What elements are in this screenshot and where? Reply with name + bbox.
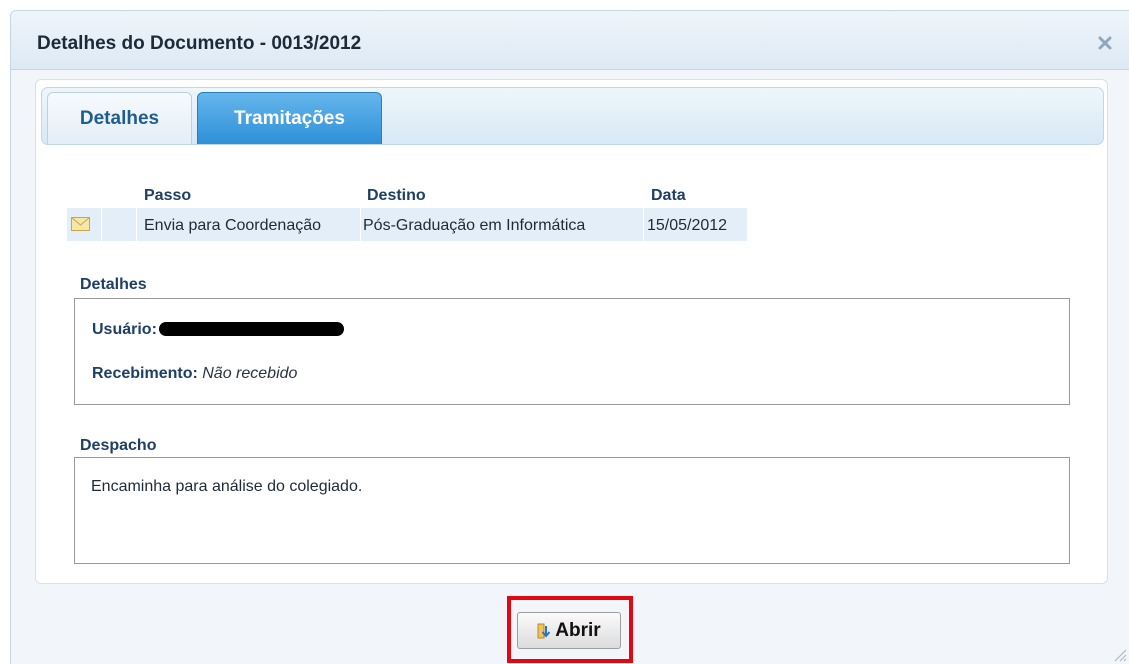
cell-data: 15/05/2012 — [647, 217, 728, 234]
tab-detalhes[interactable]: Detalhes — [47, 92, 192, 144]
recebimento-field: Recebimento: Não recebido — [92, 365, 297, 383]
column-header-data: Data — [651, 187, 686, 204]
dialog-content: Detalhes Tramitações Passo Destino Data … — [35, 79, 1108, 584]
column-header-destino: Destino — [367, 187, 426, 204]
usuario-field: Usuário: — [92, 321, 344, 339]
recebimento-label: Recebimento: — [92, 365, 198, 382]
tab-tramitacoes[interactable]: Tramitações — [197, 92, 382, 144]
despacho-text: Encaminha para análise do colegiado. — [91, 478, 363, 495]
cell-passo: Envia para Coordenação — [144, 217, 322, 234]
abrir-button-label: Abrir — [555, 619, 601, 641]
detalhes-box: Usuário: Recebimento: Não recebido — [74, 298, 1070, 405]
column-header-passo: Passo — [144, 187, 192, 204]
usuario-label: Usuário: — [92, 321, 157, 338]
cell-destino: Pós-Graduação em Informática — [363, 217, 586, 234]
resize-grip-icon[interactable] — [1111, 646, 1127, 662]
folder-open-icon — [537, 623, 551, 638]
close-icon[interactable] — [1097, 35, 1113, 51]
dialog-titlebar[interactable]: Detalhes do Documento - 0013/2012 — [11, 11, 1129, 70]
dialog-title: Detalhes do Documento - 0013/2012 — [37, 33, 362, 54]
detalhes-section-label: Detalhes — [80, 276, 147, 293]
tab-bar: Detalhes Tramitações — [41, 87, 1104, 145]
mail-icon — [71, 217, 90, 231]
recebimento-value: Não recebido — [202, 365, 298, 382]
abrir-button[interactable]: Abrir — [517, 612, 621, 649]
redacted-username — [158, 322, 344, 336]
document-details-dialog: Detalhes do Documento - 0013/2012 Detalh… — [10, 10, 1129, 664]
despacho-box: Encaminha para análise do colegiado. — [74, 457, 1070, 564]
despacho-section-label: Despacho — [80, 437, 157, 454]
